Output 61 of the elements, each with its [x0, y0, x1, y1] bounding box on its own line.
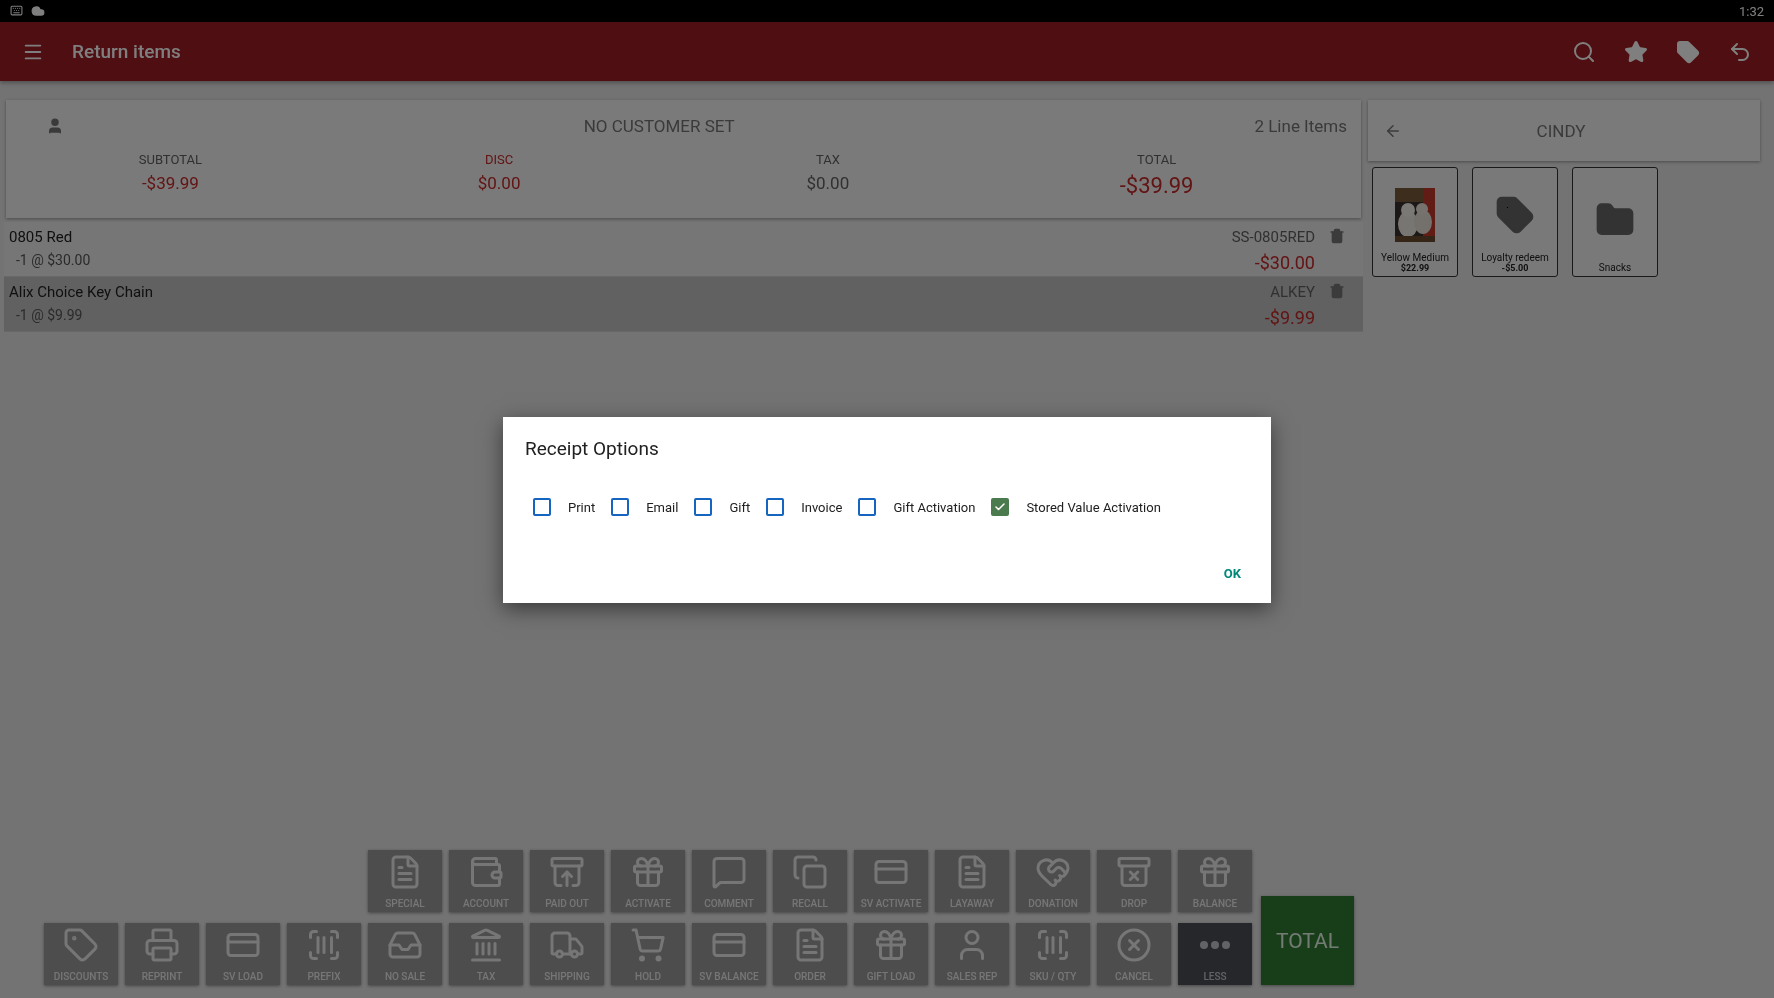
checkbox-label: Gift — [729, 499, 751, 515]
screen-title: Return items — [72, 40, 182, 63]
checkbox-label: Gift Activation — [893, 499, 976, 515]
keyboard-icon — [10, 4, 23, 17]
bank-icon — [468, 927, 504, 963]
tag-icon[interactable] — [1676, 39, 1700, 64]
comment-icon — [711, 854, 747, 890]
total-value: -$39.99 — [141, 173, 199, 193]
clock-time: 1:32 — [1738, 3, 1764, 19]
download-tray-icon — [1116, 854, 1152, 890]
gift-icon — [1197, 854, 1233, 890]
total-label: TAX — [815, 152, 840, 167]
item-sku: SS-0805RED — [1231, 228, 1315, 248]
dialog-title: Receipt Options — [525, 437, 660, 460]
gift-icon — [630, 854, 666, 890]
product-tile[interactable]: Loyalty redeem -$5.00 — [1472, 167, 1558, 277]
total-value: -$39.99 — [1119, 173, 1194, 198]
checkbox[interactable] — [858, 498, 877, 516]
tag-icon — [63, 927, 99, 963]
star-icon[interactable] — [1624, 39, 1648, 64]
checkbox[interactable] — [611, 498, 630, 516]
upload-tray-icon — [549, 854, 585, 890]
total-label: DISC — [485, 152, 514, 167]
person-icon[interactable] — [46, 117, 64, 135]
wallet-icon — [468, 854, 504, 890]
more-icon — [1200, 941, 1230, 949]
total-value: $0.00 — [477, 173, 521, 193]
item-name: 0805 Red — [9, 228, 74, 248]
category-title: CINDY — [1535, 120, 1587, 141]
line-count: 2 Line Items — [1254, 116, 1347, 136]
product-tile[interactable]: Snacks — [1572, 167, 1658, 277]
ok-button[interactable]: OK — [1215, 560, 1249, 587]
total-label: TOTAL — [1137, 152, 1177, 167]
item-name: Alix Choice Key Chain — [9, 283, 154, 303]
product-tile[interactable]: Yellow Medium $22.99 — [1372, 167, 1458, 277]
item-quantity: -1 @ $30.00 — [15, 252, 92, 270]
trash-icon[interactable] — [1329, 228, 1345, 244]
checkbox-label: Invoice — [801, 499, 843, 515]
barcode-icon — [306, 927, 342, 963]
item-price: -$9.99 — [1264, 307, 1315, 330]
search-icon[interactable] — [1572, 39, 1596, 64]
cloud-icon — [31, 4, 45, 18]
total-value: $0.00 — [806, 173, 850, 193]
check-icon — [994, 501, 1007, 513]
printer-icon — [144, 927, 180, 963]
cart-icon — [630, 927, 666, 963]
gift-icon — [873, 927, 909, 963]
copy-icon — [792, 854, 828, 890]
total-button[interactable]: TOTAL — [1261, 896, 1354, 985]
tag-icon — [1495, 194, 1535, 235]
checkbox-label: Stored Value Activation — [1026, 499, 1161, 515]
checkbox[interactable] — [533, 498, 551, 516]
checkbox[interactable] — [694, 498, 713, 516]
cancel-icon — [1116, 927, 1152, 963]
checkbox-label: Email — [646, 499, 679, 515]
checkbox-label: Print — [568, 499, 596, 515]
checkbox[interactable] — [991, 498, 1010, 516]
checkbox[interactable] — [766, 498, 785, 516]
item-price: -$30.00 — [1253, 252, 1315, 275]
customer-label: NO CUSTOMER SET — [582, 116, 736, 136]
total-label: SUBTOTAL — [138, 152, 202, 167]
